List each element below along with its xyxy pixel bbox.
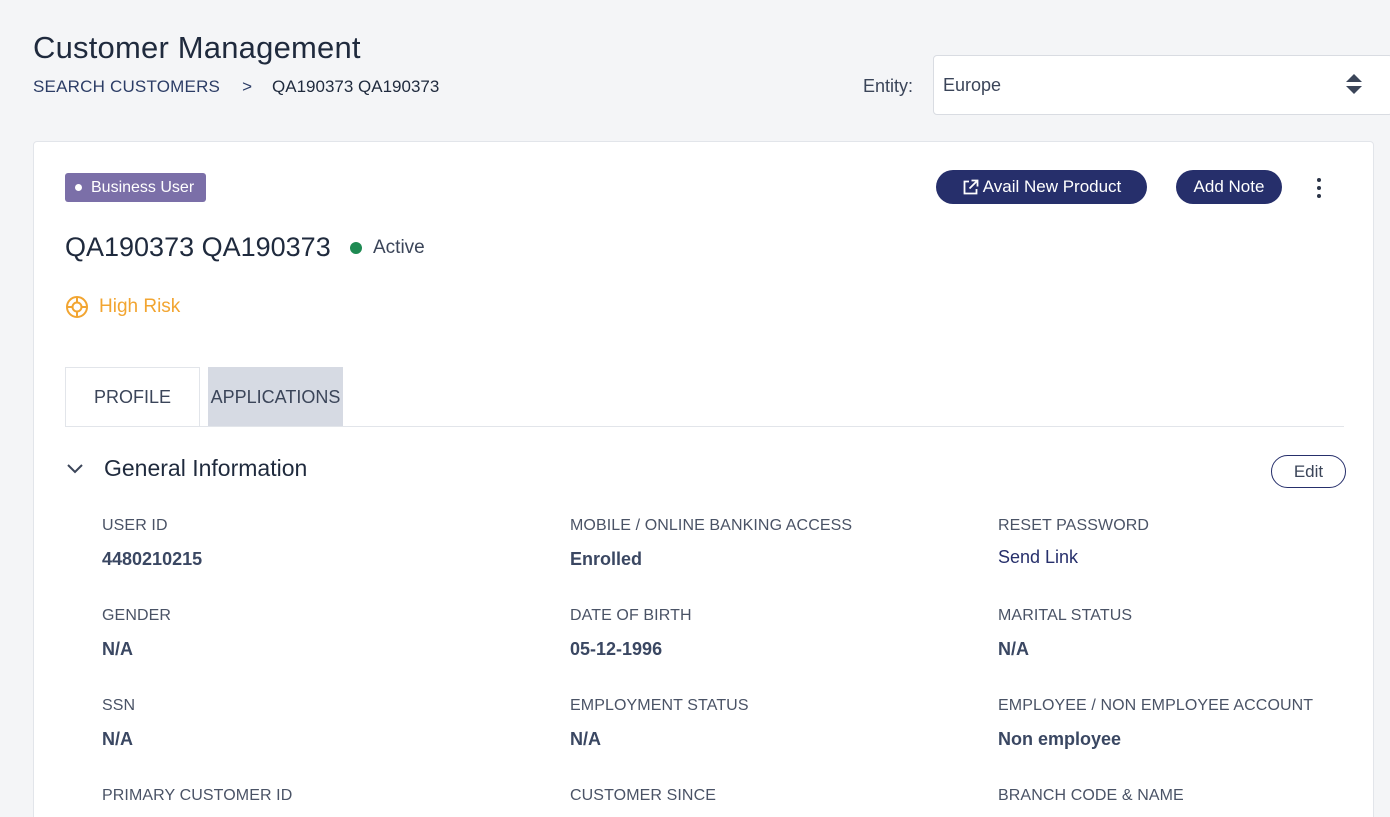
- field-label: EMPLOYEE / NON EMPLOYEE ACCOUNT: [998, 697, 1314, 714]
- breadcrumb-separator: >: [242, 77, 253, 96]
- user-type-badge-label: Business User: [91, 178, 195, 196]
- field-employee-account: EMPLOYEE / NON EMPLOYEE ACCOUNT Non empl…: [998, 697, 1313, 750]
- field-branch-code-name: BRANCH CODE & NAME: [998, 787, 1184, 805]
- field-mobile-access: MOBILE / ONLINE BANKING ACCESS Enrolled: [570, 517, 852, 570]
- field-ssn: SSN N/A: [102, 697, 135, 750]
- field-label: SSN: [102, 697, 136, 714]
- sort-arrows-icon: [1346, 74, 1362, 94]
- field-label: RESET PASSWORD: [998, 517, 1150, 534]
- avail-new-product-button[interactable]: Avail New Product: [936, 170, 1147, 204]
- chevron-down-icon[interactable]: [65, 459, 85, 479]
- badge-dot-icon: [75, 184, 82, 191]
- edit-button[interactable]: Edit: [1271, 455, 1346, 488]
- status-dot-icon: [350, 242, 362, 254]
- status-indicator: Active: [350, 237, 425, 259]
- field-label: CUSTOMER SINCE: [570, 787, 717, 804]
- breadcrumb-search-customers-link[interactable]: SEARCH CUSTOMERS: [33, 77, 220, 97]
- field-label: MOBILE / ONLINE BANKING ACCESS: [570, 517, 853, 534]
- general-information-header: General Information: [65, 455, 307, 482]
- user-type-badge: Business User: [65, 173, 207, 202]
- external-link-icon: [963, 179, 979, 194]
- field-value: Non employee: [998, 729, 1122, 749]
- field-label: GENDER: [102, 607, 172, 624]
- field-label: MARITAL STATUS: [998, 607, 1133, 624]
- tabs-divider: [65, 426, 1344, 427]
- tab-profile[interactable]: PROFILE: [65, 367, 200, 427]
- page-title: Customer Management: [33, 30, 361, 65]
- entity-label: Entity:: [863, 76, 914, 96]
- breadcrumb-current: QA190373 QA190373: [272, 77, 440, 96]
- field-marital-status: MARITAL STATUS N/A: [998, 607, 1132, 660]
- field-label: PRIMARY CUSTOMER ID: [102, 787, 293, 804]
- status-label: Active: [373, 237, 425, 258]
- breadcrumb: SEARCH CUSTOMERS > QA190373 QA190373: [33, 77, 439, 97]
- field-label: USER ID: [102, 517, 168, 534]
- tab-applications[interactable]: APPLICATIONS: [208, 367, 343, 427]
- field-value: N/A: [998, 639, 1029, 659]
- section-title: General Information: [104, 455, 308, 481]
- field-value: N/A: [570, 729, 601, 749]
- risk-indicator: High Risk: [65, 295, 180, 319]
- add-note-label: Add Note: [1193, 177, 1265, 196]
- entity-select-value: Europe: [943, 74, 1002, 95]
- more-options-icon[interactable]: [1308, 176, 1330, 200]
- send-link-button[interactable]: Send Link: [998, 547, 1149, 568]
- field-value: Enrolled: [570, 549, 643, 569]
- risk-label: High Risk: [99, 296, 181, 317]
- field-label: DATE OF BIRTH: [570, 607, 692, 624]
- add-note-button[interactable]: Add Note: [1176, 170, 1282, 204]
- field-label: BRANCH CODE & NAME: [998, 787, 1184, 804]
- field-date-of-birth: DATE OF BIRTH 05-12-1996: [570, 607, 692, 660]
- field-reset-password: RESET PASSWORD Send Link: [998, 517, 1149, 568]
- avail-new-product-label: Avail New Product: [982, 177, 1122, 196]
- customer-card: Business User Avail New Product Add Note…: [33, 141, 1374, 817]
- field-value: N/A: [102, 639, 133, 659]
- field-value: N/A: [102, 729, 133, 749]
- field-value: 05-12-1996: [570, 639, 663, 659]
- field-label: EMPLOYMENT STATUS: [570, 697, 749, 714]
- field-user-id: USER ID 4480210215: [102, 517, 202, 570]
- field-customer-since: CUSTOMER SINCE: [570, 787, 716, 805]
- entity-select[interactable]: Europe: [933, 55, 1390, 115]
- customer-name: QA190373 QA190373: [65, 232, 331, 262]
- field-value: 4480210215: [102, 549, 203, 569]
- field-gender: GENDER N/A: [102, 607, 171, 660]
- risk-target-icon: [66, 296, 88, 318]
- field-primary-customer-id: PRIMARY CUSTOMER ID: [102, 787, 292, 805]
- field-employment-status: EMPLOYMENT STATUS N/A: [570, 697, 749, 750]
